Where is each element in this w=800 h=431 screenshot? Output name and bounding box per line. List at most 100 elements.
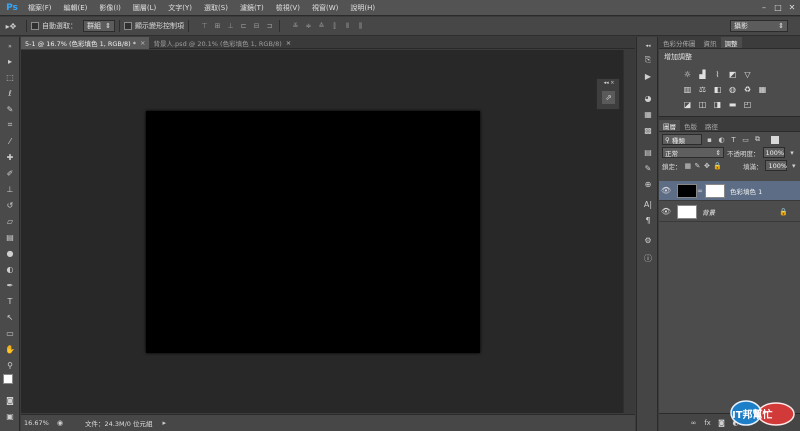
lock-all-icon[interactable]: 🔒 — [713, 161, 722, 171]
expand-icon[interactable]: ◂◂ — [641, 39, 655, 53]
menu-select[interactable]: 選取(S) — [198, 3, 234, 13]
clone-source-panel-icon[interactable]: ⊕ — [641, 177, 655, 191]
show-transform-checkbox[interactable] — [124, 22, 132, 30]
character-panel-icon[interactable]: A| — [641, 197, 655, 211]
styles-panel-icon[interactable]: ▩ — [641, 123, 655, 137]
brightness-icon[interactable]: ☼ — [681, 68, 694, 80]
distribute-top-icon[interactable]: ≚ — [290, 21, 301, 32]
document-canvas[interactable] — [146, 111, 480, 353]
vibrance-icon[interactable]: ▽ — [741, 68, 754, 80]
color-swatches[interactable] — [3, 374, 19, 390]
layer-filter-dropdown[interactable]: ⚲ 種類 — [662, 134, 702, 145]
filter-adjustment-icon[interactable]: ◐ — [717, 135, 726, 145]
black-white-icon[interactable]: ◧ — [711, 83, 724, 95]
visibility-eye-icon[interactable]: 👁 — [659, 207, 673, 216]
layer-mask-thumbnail[interactable] — [705, 183, 725, 198]
photo-filter-icon[interactable]: ◍ — [726, 83, 739, 95]
foreground-color-swatch[interactable] — [3, 374, 13, 384]
tab-adjustments[interactable]: 調整 — [720, 37, 742, 48]
tab-channels[interactable]: 色版 — [680, 120, 701, 131]
color-panel-icon[interactable]: ◕ — [641, 91, 655, 105]
quick-select-tool-icon[interactable]: ✎ — [3, 102, 17, 116]
blur-tool-icon[interactable]: ● — [3, 246, 17, 260]
color-lookup-icon[interactable]: ▦ — [756, 83, 769, 95]
pen-tool-icon[interactable]: ✒ — [3, 278, 17, 292]
align-left-icon[interactable]: ⊏ — [238, 21, 249, 32]
filter-pixel-icon[interactable]: ▪ — [705, 135, 714, 145]
posterize-icon[interactable]: ◫ — [696, 98, 709, 110]
info-panel-icon[interactable]: ⓘ — [641, 251, 655, 265]
menu-help[interactable]: 說明(H) — [344, 3, 381, 13]
lock-pixels-icon[interactable]: ✎ — [694, 161, 701, 171]
eyedropper-tool-icon[interactable]: ⁄ — [3, 134, 17, 148]
gradient-map-icon[interactable]: ▬ — [726, 98, 739, 110]
menu-window[interactable]: 視窗(W) — [306, 3, 344, 13]
zoom-level[interactable]: 16.67% — [21, 419, 55, 427]
tab-info[interactable]: 資訊 — [700, 37, 721, 48]
vertical-scrollbar[interactable] — [623, 50, 635, 413]
type-tool-icon[interactable]: T — [3, 294, 17, 308]
close-icon[interactable]: ✕ — [786, 1, 798, 13]
link-icon[interactable]: ∞ — [697, 186, 703, 196]
actions-panel-icon[interactable]: ▶ — [641, 69, 655, 83]
tab-histogram[interactable]: 色彩分佈圖 — [659, 37, 700, 48]
gradient-tool-icon[interactable]: ▤ — [3, 230, 17, 244]
distribute-bottom-icon[interactable]: ≙ — [316, 21, 327, 32]
selective-color-icon[interactable]: ◰ — [741, 98, 754, 110]
lasso-tool-icon[interactable]: ℓ — [3, 86, 17, 100]
layer-name[interactable]: 色彩填色 1 — [730, 186, 762, 196]
menu-type[interactable]: 文字(Y) — [162, 3, 198, 13]
path-select-tool-icon[interactable]: ↖ — [3, 310, 17, 324]
status-menu-icon[interactable]: ◉ — [55, 419, 65, 427]
collapse-icon[interactable]: » — [3, 39, 17, 53]
distribute-right-icon[interactable]: ⫼ — [355, 21, 366, 32]
hue-saturation-icon[interactable]: ▥ — [681, 83, 694, 95]
brush-panel-icon[interactable]: ✎ — [641, 161, 655, 175]
marquee-tool-icon[interactable]: ⬚ — [3, 70, 17, 84]
distribute-left-icon[interactable]: ⫿ — [329, 21, 340, 32]
menu-file[interactable]: 檔案(F) — [22, 3, 58, 13]
workspace-dropdown[interactable]: 攝影 ⇕ — [730, 20, 788, 32]
tab-paths[interactable]: 路徑 — [701, 120, 722, 131]
history-panel-icon[interactable]: ⎘ — [641, 53, 655, 67]
blend-mode-dropdown[interactable]: 正常 ⇕ — [662, 147, 724, 158]
align-top-icon[interactable]: ⊤ — [199, 21, 210, 32]
crop-tool-icon[interactable]: ⌗ — [3, 118, 17, 132]
zoom-tool-icon[interactable]: ⚲ — [3, 358, 17, 372]
menu-filter[interactable]: 濾鏡(T) — [234, 3, 270, 13]
minimize-icon[interactable]: – — [758, 1, 770, 13]
tab-layers[interactable]: 圖層 — [659, 120, 680, 131]
curves-icon[interactable]: ⌇ — [711, 68, 724, 80]
visibility-eye-icon[interactable]: 👁 — [659, 186, 673, 195]
link-layers-icon[interactable]: ∞ — [689, 418, 698, 428]
close-tab-icon[interactable]: × — [286, 39, 291, 47]
paragraph-panel-icon[interactable]: ¶ — [641, 213, 655, 227]
expand-panel-icon[interactable]: ◂◂ × — [599, 79, 619, 86]
layer-row-color-fill[interactable]: 👁 ∞ 色彩填色 1 — [659, 181, 800, 201]
menu-edit[interactable]: 編輯(E) — [58, 3, 94, 13]
invert-icon[interactable]: ◪ — [681, 98, 694, 110]
maximize-icon[interactable]: □ — [772, 1, 784, 13]
layer-name[interactable]: 背景 — [702, 207, 715, 217]
status-arrow-icon[interactable]: ▸ — [162, 419, 166, 427]
levels-icon[interactable]: ▟ — [696, 68, 709, 80]
fill-arrow-icon[interactable]: ▾ — [790, 161, 797, 171]
fill-field[interactable]: 100% — [765, 160, 788, 171]
menu-image[interactable]: 影像(I) — [93, 3, 127, 13]
exposure-icon[interactable]: ◩ — [726, 68, 739, 80]
tool-preset-icon[interactable]: ⇗ — [602, 91, 615, 104]
menu-layer[interactable]: 圖層(L) — [127, 3, 162, 13]
color-balance-icon[interactable]: ⚖ — [696, 83, 709, 95]
menu-view[interactable]: 檢視(V) — [270, 3, 306, 13]
document-tab-inactive[interactable]: 背景人.psd @ 20.1% (色彩填色 1, RGB/8) × — [149, 37, 295, 49]
screen-mode-icon[interactable]: ▣ — [3, 409, 17, 423]
quick-mask-icon[interactable]: ◙ — [3, 393, 17, 407]
adjust-panel-icon[interactable]: ▤ — [641, 145, 655, 159]
lock-transparent-icon[interactable]: ▦ — [685, 161, 692, 171]
move-tool-preset-icon[interactable]: ▸✥ — [0, 19, 22, 33]
distribute-hcenter-icon[interactable]: ⫴ — [342, 21, 353, 32]
add-mask-icon[interactable]: ◙ — [717, 418, 726, 428]
distribute-vcenter-icon[interactable]: ≑ — [303, 21, 314, 32]
align-right-icon[interactable]: ⊐ — [264, 21, 275, 32]
channel-mixer-icon[interactable]: ♻ — [741, 83, 754, 95]
